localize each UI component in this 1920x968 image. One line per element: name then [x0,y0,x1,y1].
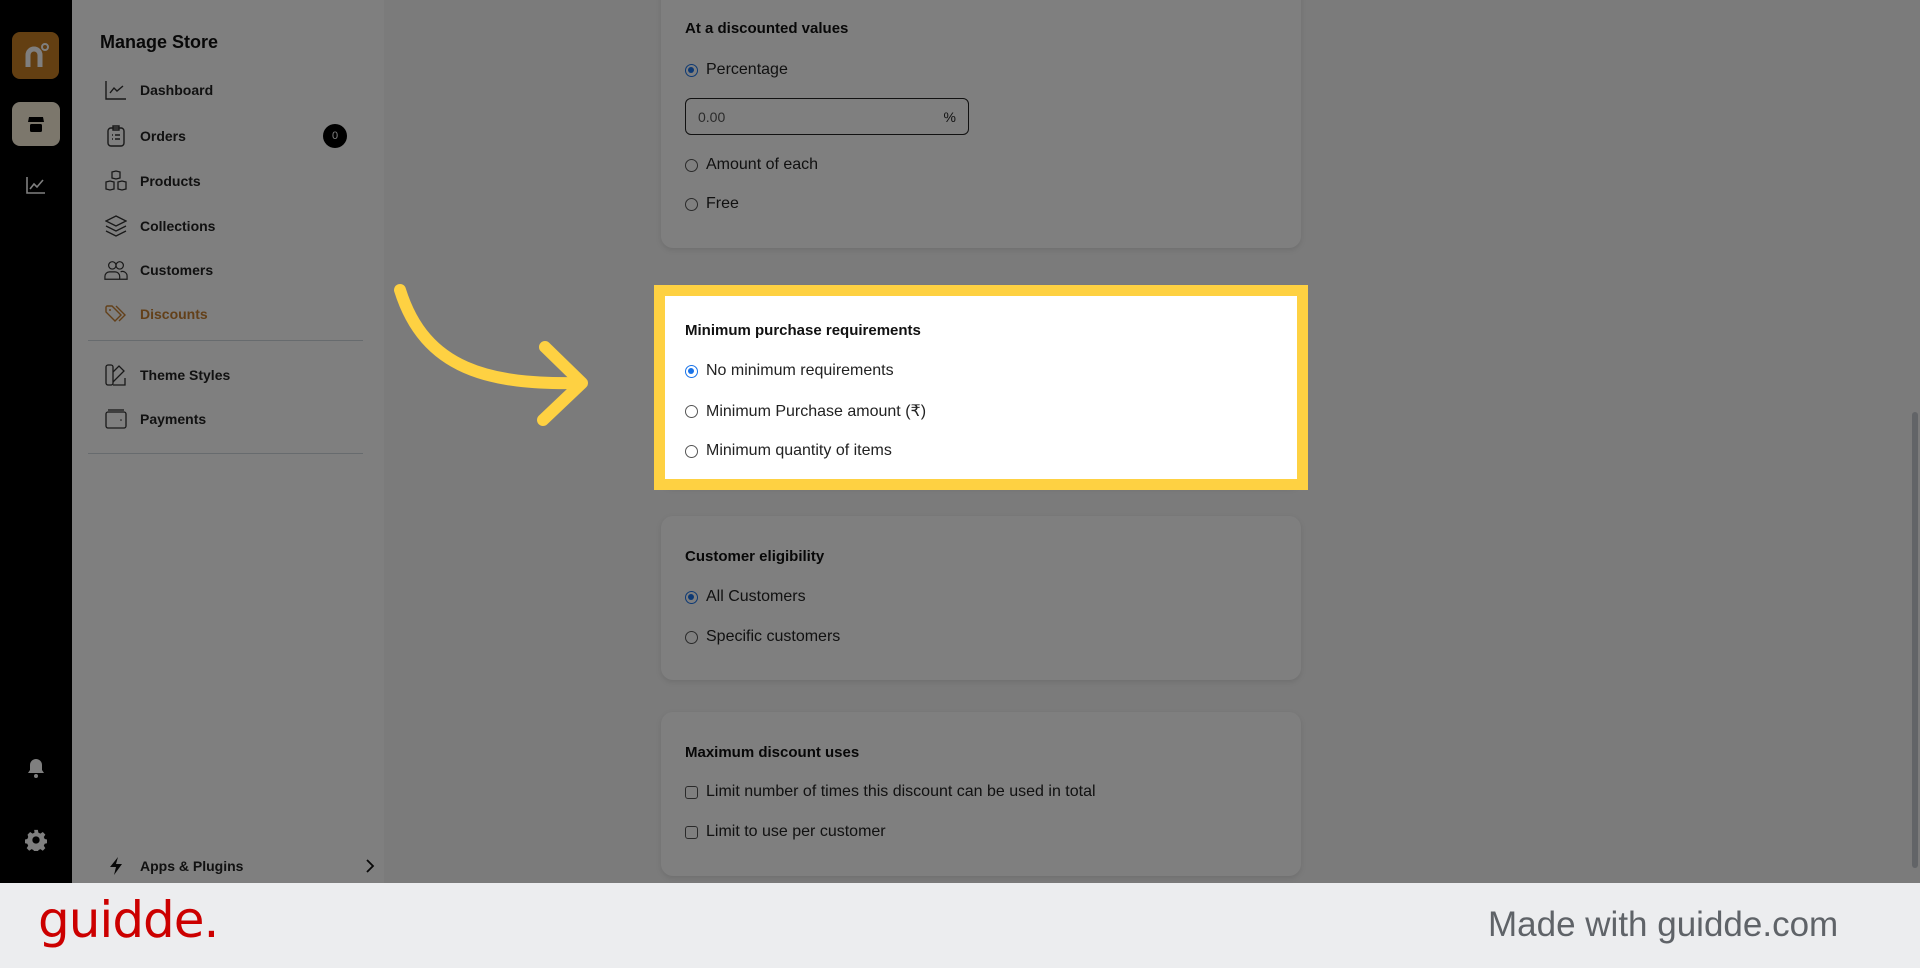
line-chart-icon [104,78,128,102]
radio-amount-of-each[interactable]: Amount of each [685,154,818,176]
bell-icon[interactable] [26,757,46,779]
radio-button[interactable] [685,158,698,172]
sidebar-item-label: Dashboard [140,82,214,98]
option-label: Specific customers [706,628,841,645]
icon-rail [0,0,72,883]
tag-icon [104,302,128,326]
guidde-logo: guidde. [38,891,219,949]
card-title: Maximum discount uses [685,744,860,761]
bolt-icon [104,854,128,878]
card-title: At a discounted values [685,20,849,37]
store-button[interactable] [12,102,60,146]
card-title: Minimum purchase requirements [685,322,921,339]
radio-button[interactable] [685,404,698,418]
footer-bar: guidde. Made with guidde.com [0,883,1920,968]
radio-all-customers[interactable]: All Customers [685,586,806,608]
discounted-values-card: At a discounted values Percentage % Amou… [661,0,1301,248]
swatch-icon [104,363,128,387]
sidebar-item-label: Customers [140,262,214,278]
maximum-uses-card: Maximum discount uses Limit number of ti… [661,712,1301,876]
checkbox[interactable] [685,825,698,839]
pointer-arrow-icon [394,284,588,426]
option-label: Free [706,195,739,212]
option-label: All Customers [706,588,806,605]
sidebar: Manage Store Dashboard Orders 0 Products [72,0,384,883]
sidebar-item-customers[interactable]: Customers [100,255,390,285]
sidebar-item-dashboard[interactable]: Dashboard [100,75,390,105]
sidebar-item-apps-plugins[interactable]: Apps & Plugins [100,851,390,881]
sidebar-item-label: Products [140,173,201,189]
orders-count-badge: 0 [323,124,347,148]
sidebar-item-label: Discounts [140,306,208,322]
sidebar-title: Manage Store [100,32,219,52]
chevron-right-icon[interactable] [362,858,378,874]
scrollbar-thumb[interactable] [1912,412,1918,868]
store-icon [28,117,44,132]
radio-minimum-quantity[interactable]: Minimum quantity of items [685,440,892,462]
sidebar-divider [88,453,363,454]
option-label: Minimum Purchase amount (₹) [706,403,927,420]
brand-logo[interactable] [12,32,59,79]
radio-no-minimum[interactable]: No minimum requirements [685,360,894,382]
clipboard-icon [104,124,128,148]
radio-percentage[interactable]: Percentage [685,59,788,81]
radio-button[interactable] [685,63,698,77]
sidebar-item-label: Theme Styles [140,367,231,383]
sidebar-item-payments[interactable]: Payments [100,404,390,434]
radio-button[interactable] [685,197,698,211]
sidebar-item-products[interactable]: Products [100,166,390,196]
radio-specific-customers[interactable]: Specific customers [685,626,840,648]
sidebar-item-label: Apps & Plugins [140,858,244,874]
card-title: Customer eligibility [685,548,825,565]
radio-minimum-amount[interactable]: Minimum Purchase amount (₹) [685,400,926,422]
option-label: Percentage [706,61,788,78]
checkbox[interactable] [685,785,698,799]
option-label: Limit to use per customer [706,823,886,840]
analytics-icon[interactable] [26,176,46,194]
option-label: Amount of each [706,156,819,173]
percent-suffix: % [943,108,956,125]
layers-icon [104,214,128,238]
minimum-purchase-card: Minimum purchase requirements No minimum… [654,285,1308,490]
radio-button[interactable] [685,630,698,644]
checkbox-limit-per-customer[interactable]: Limit to use per customer [685,821,886,843]
gear-icon[interactable] [25,829,47,851]
customer-eligibility-card: Customer eligibility All Customers Speci… [661,516,1301,680]
option-label: Limit number of times this discount can … [706,783,1096,800]
brand-logo-icon [25,42,49,67]
option-label: No minimum requirements [706,362,894,379]
radio-free[interactable]: Free [685,193,739,215]
radio-button[interactable] [685,444,698,458]
percentage-input[interactable] [698,108,898,125]
sidebar-item-label: Orders [140,128,186,144]
made-with-text: Made with guidde.com [1488,905,1839,944]
percentage-field[interactable]: % [685,98,969,135]
wallet-icon [104,407,128,431]
radio-button[interactable] [685,364,698,378]
sidebar-item-theme-styles[interactable]: Theme Styles [100,360,390,390]
boxes-icon [104,169,128,193]
users-icon [104,258,128,282]
option-label: Minimum quantity of items [706,442,892,459]
sidebar-divider [88,340,363,341]
checkbox-limit-total[interactable]: Limit number of times this discount can … [685,781,1096,803]
sidebar-item-label: Collections [140,218,216,234]
radio-button[interactable] [685,590,698,604]
sidebar-item-orders[interactable]: Orders 0 [100,121,390,151]
sidebar-item-collections[interactable]: Collections [100,211,390,241]
sidebar-item-label: Payments [140,411,207,427]
sidebar-item-discounts[interactable]: Discounts [100,299,390,329]
